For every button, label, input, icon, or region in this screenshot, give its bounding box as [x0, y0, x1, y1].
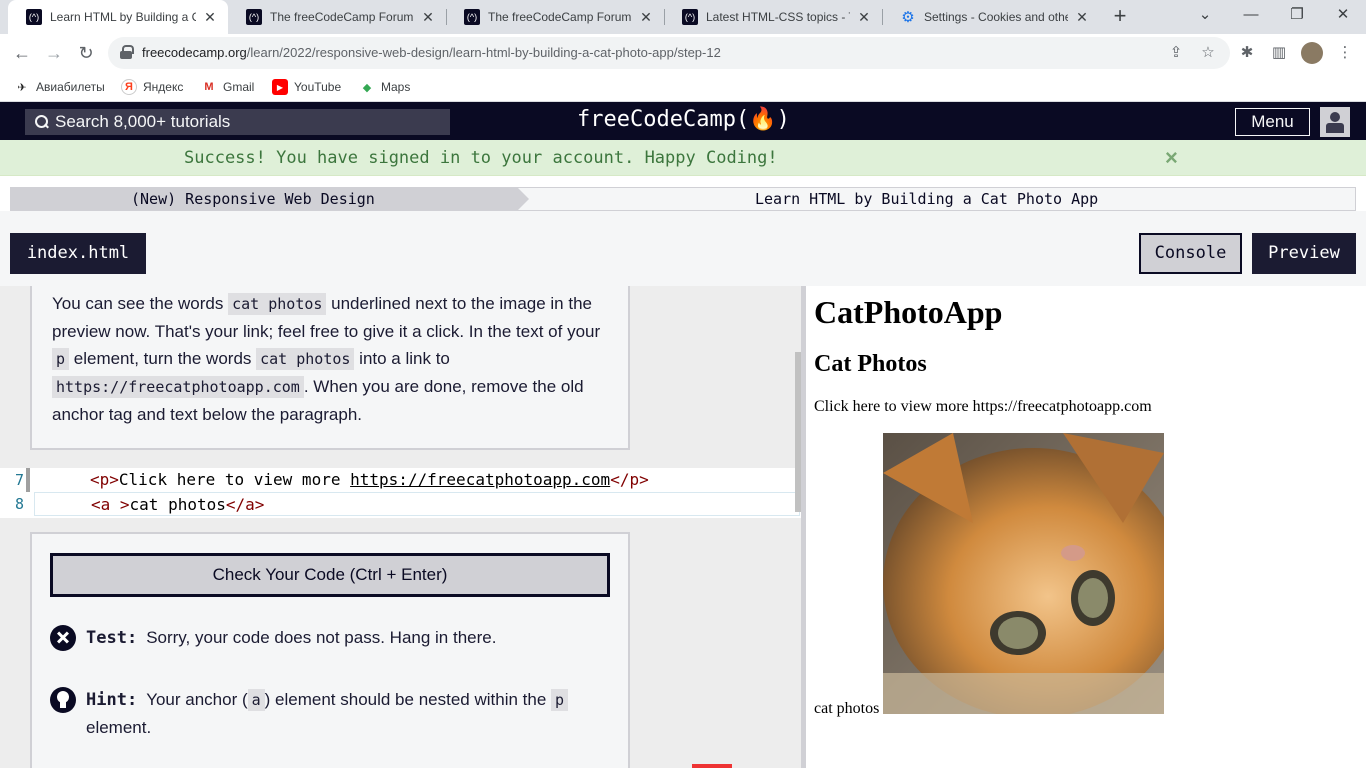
tab-close-icon[interactable]: ✕ — [1074, 9, 1090, 26]
cat-photo-image — [883, 433, 1164, 714]
console-button[interactable]: Console — [1139, 233, 1242, 274]
fcc-logo[interactable]: freeCodeCamp(🔥) — [577, 107, 790, 132]
tab-search-chevron-icon[interactable]: ⌄ — [1182, 0, 1228, 34]
flash-message: Success! You have signed in to your acco… — [0, 140, 1366, 176]
search-icon — [35, 115, 49, 129]
extensions-puzzle-icon[interactable]: ✱ — [1236, 43, 1258, 63]
bookmark-star-icon[interactable]: ☆ — [1198, 43, 1218, 63]
maps-pin-icon: ◆ — [362, 81, 372, 94]
yandex-icon: Я — [121, 79, 137, 95]
flash-text: Success! You have signed in to your acco… — [184, 148, 778, 168]
bookmark-maps[interactable]: ◆ Maps — [359, 77, 411, 97]
browser-tab[interactable]: (^) The freeCodeCamp Forum ✕ — [228, 0, 446, 34]
line-number: 7 — [14, 471, 24, 489]
preview-frame: CatPhotoApp Cat Photos Click here to vie… — [806, 286, 1366, 768]
search-input[interactable]: Search 8,000+ tutorials — [25, 109, 450, 135]
file-tab-index-html[interactable]: index.html — [10, 233, 146, 274]
url-text: freecodecamp.org/learn/2022/responsive-w… — [142, 45, 721, 60]
new-tab-plus-icon[interactable]: + — [1107, 4, 1133, 30]
address-bar[interactable]: freecodecamp.org/learn/2022/responsive-w… — [108, 37, 1230, 69]
settings-gear-icon: ⚙ — [901, 9, 915, 26]
bookmark-aviabilety[interactable]: ✈ Авиабилеты — [14, 77, 105, 97]
tab-title: Latest HTML-CSS topics - The — [706, 10, 850, 24]
browser-tab-bar: (^) Learn HTML by Building a Ca ✕ (^) Th… — [0, 0, 1366, 34]
bookmark-yandex[interactable]: Я Яндекс — [121, 77, 183, 97]
preview-heading-1: CatPhotoApp — [814, 294, 1003, 330]
bookmark-label: Gmail — [223, 80, 255, 94]
bookmark-youtube[interactable]: ▶ YouTube — [272, 77, 341, 97]
browser-tab[interactable]: ⚙ Settings - Cookies and other ✕ — [882, 0, 1100, 34]
kebab-menu-icon[interactable]: ⋮ — [1334, 43, 1356, 63]
minimize-icon[interactable]: — — [1228, 0, 1274, 34]
tab-title: The freeCodeCamp Forum — [488, 10, 632, 24]
restore-icon[interactable]: ❐ — [1274, 0, 1320, 34]
reload-icon[interactable]: ↻ — [72, 39, 100, 67]
user-avatar[interactable] — [1320, 107, 1350, 137]
fcc-favicon-icon: (^) — [246, 9, 262, 25]
browser-tab[interactable]: (^) The freeCodeCamp Forum ✕ — [446, 0, 664, 34]
bookmarks-bar: ✈ Авиабилеты Я Яндекс M Gmail ▶ YouTube … — [0, 72, 1366, 102]
editor-pane: You can see the words cat photos underli… — [0, 286, 801, 768]
preview-anchor[interactable]: cat photos — [814, 700, 879, 718]
preview-heading-2: Cat Photos — [814, 351, 927, 377]
bookmark-label: Яндекс — [143, 80, 184, 94]
tab-close-icon[interactable]: ✕ — [420, 9, 436, 26]
bookmark-gmail[interactable]: M Gmail — [201, 77, 254, 97]
search-placeholder: Search 8,000+ tutorials — [55, 112, 231, 131]
bookmark-label: Авиабилеты — [36, 80, 105, 94]
gmail-icon: M — [204, 81, 214, 93]
browser-toolbar: ← → ↻ freecodecamp.org/learn/2022/respon… — [0, 34, 1366, 72]
tab-close-icon[interactable]: ✕ — [856, 9, 872, 26]
bookmark-label: Maps — [381, 80, 411, 94]
share-icon[interactable]: ⇪ — [1166, 43, 1186, 63]
close-window-icon[interactable]: ✕ — [1320, 0, 1366, 34]
instructions-box: You can see the words cat photos underli… — [30, 286, 630, 450]
lightbulb-icon — [50, 687, 76, 713]
code-line-7[interactable]: <p>Click here to view more https://freec… — [34, 468, 800, 492]
code-line-8[interactable]: <a >cat photos</a> — [34, 492, 800, 516]
fcc-navbar: Search 8,000+ tutorials freeCodeCamp(🔥) … — [0, 102, 1366, 140]
preview-paragraph: Click here to view more https://freecatp… — [814, 398, 1152, 415]
breadcrumb: (New) Responsive Web Design Learn HTML b… — [10, 187, 1356, 211]
lock-icon — [120, 45, 134, 59]
tab-title: The freeCodeCamp Forum — [270, 10, 414, 24]
side-panel-icon[interactable]: ▥ — [1268, 43, 1290, 63]
tab-close-icon[interactable]: ✕ — [638, 9, 654, 26]
check-code-button[interactable]: Check Your Code (Ctrl + Enter) — [50, 553, 610, 597]
tab-title: Learn HTML by Building a Ca — [50, 10, 196, 24]
hint: Hint: Your anchor (a) element should be n… — [50, 686, 610, 741]
browser-tab[interactable]: (^) Latest HTML-CSS topics - The ✕ — [664, 0, 882, 34]
test-panel: Check Your Code (Ctrl + Enter) Test: Sorr… — [30, 532, 630, 768]
tab-close-icon[interactable]: ✕ — [202, 9, 218, 26]
fcc-favicon-icon: (^) — [464, 9, 480, 25]
tab-title: Settings - Cookies and other — [924, 10, 1068, 24]
flash-close-icon[interactable]: × — [1165, 145, 1178, 171]
code-editor[interactable]: 7 8 <p>Click here to view more https://f… — [0, 468, 801, 518]
plane-icon: ✈ — [17, 81, 27, 94]
breadcrumb-superblock[interactable]: (New) Responsive Web Design — [11, 188, 529, 210]
profile-avatar[interactable] — [1301, 42, 1323, 64]
instructions-text: You can see the words cat photos underli… — [52, 293, 601, 424]
breadcrumb-block[interactable]: Learn HTML by Building a Cat Photo App — [755, 188, 1098, 210]
menu-button[interactable]: Menu — [1235, 108, 1310, 136]
editable-region-marker — [26, 468, 30, 492]
browser-tab-active[interactable]: (^) Learn HTML by Building a Ca ✕ — [8, 0, 228, 34]
back-arrow-icon[interactable]: ← — [8, 39, 36, 67]
forward-arrow-icon[interactable]: → — [40, 39, 68, 67]
preview-button[interactable]: Preview — [1252, 233, 1356, 274]
editor-tabs-bar: index.html Console Preview — [0, 211, 1366, 286]
test-result: Test: Sorry, your code does not pass. Han… — [50, 624, 610, 652]
fail-x-icon — [50, 625, 76, 651]
line-number: 8 — [14, 495, 24, 513]
youtube-icon: ▶ — [272, 79, 288, 95]
fcc-favicon-icon: (^) — [682, 9, 698, 25]
fcc-favicon-icon: (^) — [26, 9, 42, 25]
taskbar-indicator — [692, 764, 732, 768]
bookmark-label: YouTube — [294, 80, 342, 94]
